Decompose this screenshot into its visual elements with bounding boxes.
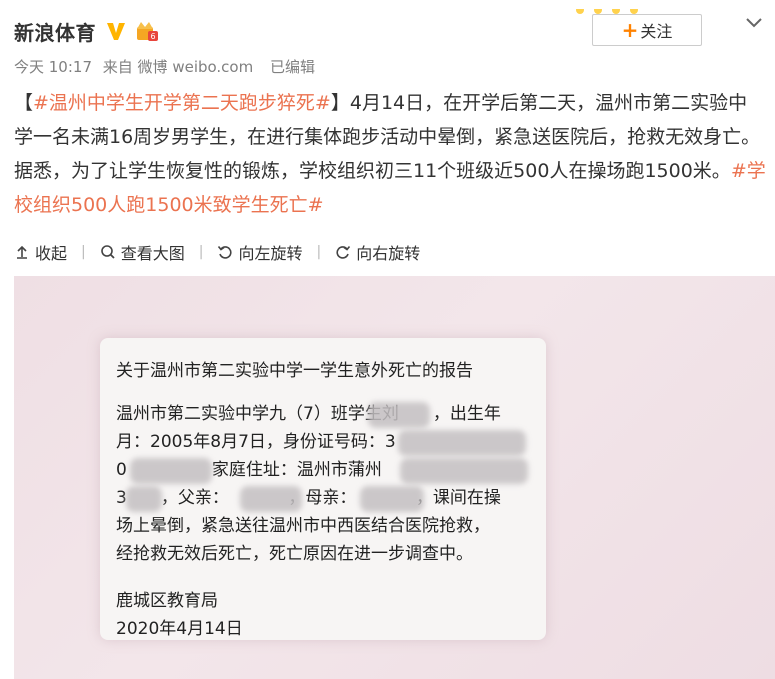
report-line: 场上晕倒，紧急送往温州市中西医结合医院抢救， xyxy=(116,516,490,536)
edited-label[interactable]: 已编辑 xyxy=(270,58,315,76)
report-line: 温州市第二实验中学九（7）班学生刘 ，出生年 xyxy=(116,404,501,424)
rotate-left-button[interactable]: 向左旋转 xyxy=(217,240,302,264)
bracket-open: 【 xyxy=(14,92,34,114)
search-icon xyxy=(100,245,115,259)
redaction-blur xyxy=(240,486,302,512)
follow-label: 关注 xyxy=(640,22,673,41)
report-body: 温州市第二实验中学九（7）班学生刘 ，出生年 月：2005年8月7日，身份证号码… xyxy=(116,400,534,568)
post-header: 新浪体育 6 xyxy=(14,14,160,48)
post-time[interactable]: 今天 10:17 xyxy=(14,58,92,76)
collapse-label: 收起 xyxy=(35,244,68,263)
rotate-right-icon xyxy=(336,245,351,259)
topic-link-1[interactable]: #温州中学生开学第二天跑步猝死# xyxy=(33,92,331,114)
verified-icon xyxy=(104,19,128,43)
follow-button[interactable]: + 关注 xyxy=(592,14,702,46)
view-large-label: 查看大图 xyxy=(120,244,185,263)
rotate-right-button[interactable]: 向右旋转 xyxy=(335,240,420,264)
svg-text:6: 6 xyxy=(150,32,155,41)
rotate-right-label: 向右旋转 xyxy=(356,244,421,263)
post-text: 【#温州中学生开学第二天跑步猝死#】4月14日，在开学后第二天，温州市第二实验中… xyxy=(14,86,766,222)
plus-icon: + xyxy=(621,18,639,42)
redaction-blur xyxy=(130,458,212,484)
report-issuer: 鹿城区教育局 xyxy=(116,591,218,611)
author-name[interactable]: 新浪体育 xyxy=(14,17,96,46)
top-decor-strip xyxy=(560,0,775,14)
redaction-blur xyxy=(360,486,424,512)
report-document: 关于温州市第二实验中学一学生意外死亡的报告 温州市第二实验中学九（7）班学生刘 … xyxy=(100,338,546,640)
rotate-left-icon xyxy=(218,245,233,259)
post-image[interactable]: 关于温州市第二实验中学一学生意外死亡的报告 温州市第二实验中学九（7）班学生刘 … xyxy=(14,276,775,679)
toolbar-divider: | xyxy=(198,244,204,260)
redaction-blur xyxy=(126,486,162,512)
report-line: 3 ，父亲： ，母亲： ，课间在操 xyxy=(116,488,501,508)
bracket-close: 】 xyxy=(330,92,350,114)
post-meta: 今天 10:17 来自 微博 weibo.com 已编辑 xyxy=(14,56,321,77)
toolbar-divider: | xyxy=(81,244,86,260)
post-source[interactable]: 来自 微博 weibo.com xyxy=(103,58,253,76)
member-badge-icon: 6 xyxy=(134,19,160,43)
report-title: 关于温州市第二实验中学一学生意外死亡的报告 xyxy=(116,361,473,381)
report-date: 2020年4月14日 xyxy=(116,619,243,639)
collapse-button[interactable]: 收起 xyxy=(14,240,67,264)
redaction-blur xyxy=(400,458,528,484)
upload-arrow-icon xyxy=(17,245,27,259)
view-large-button[interactable]: 查看大图 xyxy=(100,240,185,264)
report-line: 经抢救无效后死亡，死亡原因在进一步调查中。 xyxy=(116,544,473,564)
redaction-blur xyxy=(398,430,526,456)
redaction-blur xyxy=(368,402,430,428)
rotate-left-label: 向左旋转 xyxy=(238,244,303,263)
toolbar-divider: | xyxy=(316,244,322,260)
image-toolbar: 收起 | 查看大图 | 向左旋转 | 向右旋转 xyxy=(14,238,420,266)
chevron-down-icon[interactable] xyxy=(743,12,765,34)
